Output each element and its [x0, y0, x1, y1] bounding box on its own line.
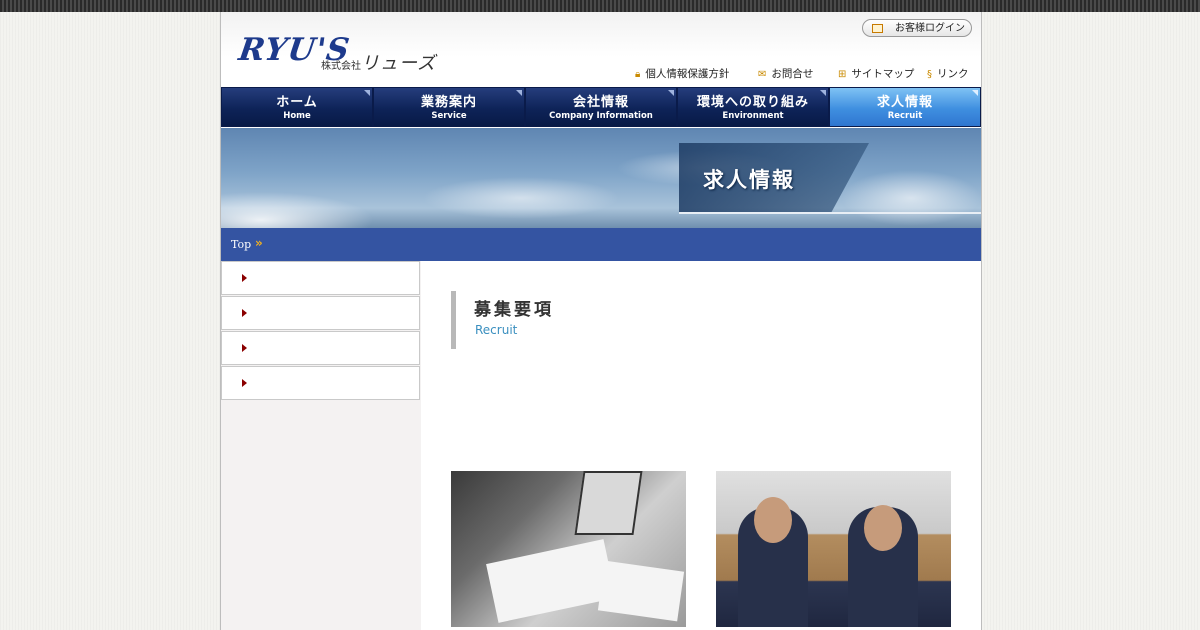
sidebar-item[interactable] [221, 296, 420, 330]
nav-environment[interactable]: 環境への取り組み Environment [678, 88, 828, 126]
staff-face [864, 505, 902, 551]
page-title: 募集要項 [474, 300, 554, 320]
heading-accent-bar [451, 291, 456, 349]
link-icon: § [927, 69, 932, 80]
triangle-right-icon [242, 344, 247, 352]
triangle-right-icon [242, 379, 247, 387]
sidebar-item[interactable] [221, 331, 420, 365]
page-subtitle: Recruit [475, 323, 518, 337]
triangle-right-icon [242, 309, 247, 317]
staff-photo [716, 471, 951, 627]
sitemap-icon: ⊞ [838, 69, 847, 80]
laptop-shape [574, 471, 643, 535]
sidebar-item[interactable] [221, 366, 420, 400]
page-container: RYU'S 株式会社リューズ お客様ログイン 🔒︎ 個人情報保護方針 ✉ お問合せ … [220, 12, 982, 630]
lock-icon: 🔒︎ [635, 69, 641, 80]
sitemap-link[interactable]: ⊞ サイトマップ [838, 68, 914, 81]
breadcrumb: Top » [221, 228, 981, 261]
window-icon [872, 24, 883, 33]
top-decorative-strip [0, 0, 1200, 12]
contact-link[interactable]: ✉ お問合せ [758, 68, 813, 81]
nav-home[interactable]: ホーム Home [222, 88, 372, 126]
nav-recruit[interactable]: 求人情報 Recruit [830, 88, 980, 126]
page-banner: 求人情報 [221, 128, 981, 228]
office-meeting-photo [451, 471, 686, 627]
staff-face [754, 497, 792, 543]
customer-login-button[interactable]: お客様ログイン [862, 19, 972, 37]
triangle-right-icon [242, 274, 247, 282]
sidebar-item[interactable] [221, 261, 420, 295]
mail-icon: ✉ [758, 69, 767, 80]
double-chevron-right-icon: » [255, 236, 263, 250]
links-link[interactable]: § リンク [927, 68, 969, 81]
nav-company-information[interactable]: 会社情報 Company Information [526, 88, 676, 126]
banner-divider [679, 212, 981, 214]
banner-title: 求人情報 [703, 167, 795, 192]
logo-company-name: 株式会社リューズ [321, 53, 437, 74]
privacy-policy-link[interactable]: 🔒︎ 個人情報保護方針 [635, 68, 729, 81]
breadcrumb-top-link[interactable]: Top [231, 238, 251, 251]
sidebar [221, 261, 421, 630]
login-label: お客様ログイン [895, 23, 965, 34]
global-nav: ホーム Home 業務案内 Service 会社情報 Company Informat… [221, 87, 981, 127]
nav-service[interactable]: 業務案内 Service [374, 88, 524, 126]
document-shape [597, 560, 685, 622]
site-header: RYU'S 株式会社リューズ お客様ログイン 🔒︎ 個人情報保護方針 ✉ お問合せ … [221, 12, 981, 87]
document-shape [486, 539, 616, 623]
